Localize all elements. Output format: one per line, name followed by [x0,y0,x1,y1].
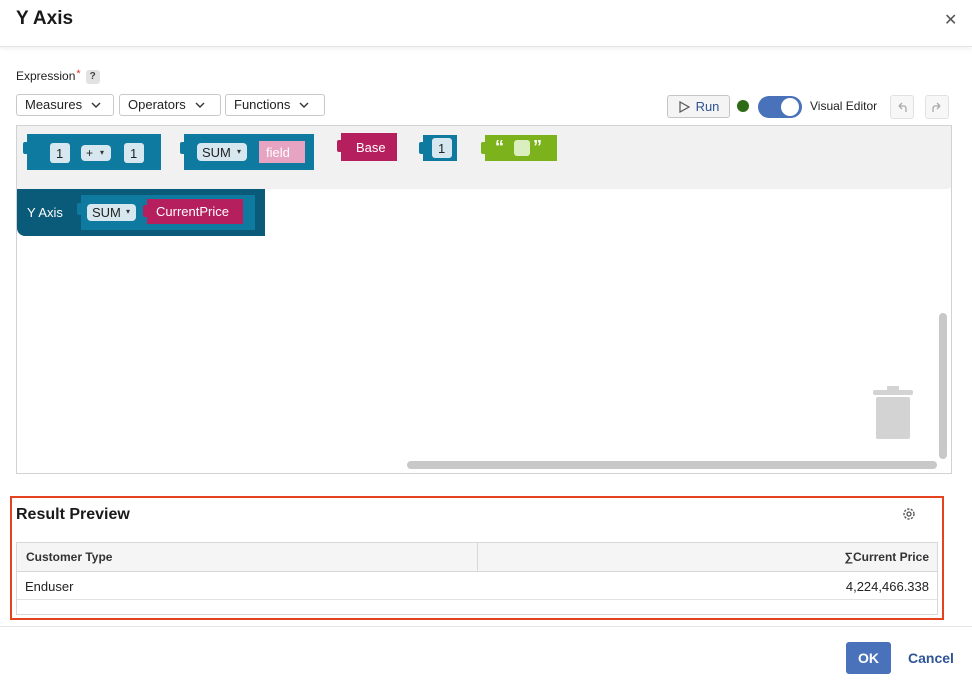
number-field-value: 1 [130,146,138,161]
block-connector [23,142,31,154]
play-icon [678,100,690,113]
operator-value: + [86,146,94,160]
table-cell-customer-type: Enduser [25,579,74,594]
number-field-value: 1 [56,146,64,161]
number-field-value: 1 [438,141,446,156]
expression-label-text: Expression [16,69,76,83]
block-flyout: 1 + ▾ 1 SUM ▾ field Base 1 “ ” [17,126,951,189]
workspace-horizontal-scrollbar[interactable] [407,461,937,469]
expression-label: Expression*? [16,68,100,84]
preview-table: Customer Type ∑Current Price Enduser 4,2… [16,542,938,615]
run-button[interactable]: Run [667,95,730,118]
redo-button[interactable] [925,95,949,119]
blockly-workspace[interactable]: 1 + ▾ 1 SUM ▾ field Base 1 “ ” Y Axis SU… [16,125,952,474]
function-value: SUM [92,205,121,220]
trash-icon[interactable] [871,384,915,440]
table-cell-current-price: 4,224,466.338 [845,579,929,594]
result-preview-panel: Result Preview Customer Type ∑Current Pr… [10,496,944,620]
help-icon[interactable]: ? [85,69,100,84]
run-button-label: Run [695,99,720,114]
field-placeholder-label: field [266,145,290,160]
measures-dropdown-label: Measures [25,97,83,112]
chevron-down-icon [195,102,205,108]
dialog-title: Y Axis [16,8,74,29]
number-field[interactable]: 1 [124,143,144,163]
row-divider [17,599,937,600]
number-block[interactable]: 1 [419,135,457,161]
ok-button[interactable]: OK [846,642,891,674]
close-icon[interactable]: ✕ [944,10,957,30]
y-axis-block-label: Y Axis [27,205,63,220]
block-connector [337,140,345,152]
function-value: SUM [202,145,231,160]
column-divider [477,543,478,571]
column-header-current-price[interactable]: ∑Current Price [844,550,929,564]
base-block-label: Base [356,140,386,155]
chevron-down-icon [299,102,309,108]
block-connector [143,205,151,217]
toggle-knob [781,98,799,116]
result-preview-title: Result Preview [16,506,130,523]
chevron-down-icon [91,102,101,108]
current-price-field-block[interactable]: CurrentPrice [143,199,243,224]
block-connector [481,142,489,154]
workspace-vertical-scrollbar[interactable] [939,313,947,459]
functions-dropdown-label: Functions [234,97,291,112]
required-mark: * [76,68,81,80]
measures-dropdown[interactable]: Measures [16,94,114,116]
field-placeholder[interactable]: field [259,141,305,163]
string-field[interactable] [514,140,530,156]
redo-icon [932,102,941,112]
gear-icon[interactable] [901,506,917,522]
block-connector [419,142,427,154]
operator-dropdown[interactable]: + ▾ [81,145,111,161]
sum-current-price-block[interactable]: SUM ▾ CurrentPrice [77,195,255,230]
block-connector [180,142,188,154]
operators-dropdown[interactable]: Operators [119,94,221,116]
number-field[interactable]: 1 [432,138,452,158]
operators-dropdown-label: Operators [128,97,186,112]
add-block[interactable]: 1 + ▾ 1 [23,134,161,170]
string-open-quote: “ [495,137,504,157]
status-indicator [737,100,749,112]
base-block[interactable]: Base [337,133,397,161]
table-header-row: Customer Type ∑Current Price [17,543,937,572]
visual-editor-label: Visual Editor [810,99,878,113]
string-block[interactable]: “ ” [481,135,557,161]
sum-block[interactable]: SUM ▾ field [180,134,314,170]
current-price-field-label: CurrentPrice [156,204,229,219]
y-axis-root-block[interactable]: Y Axis SUM ▾ CurrentPrice [17,189,265,236]
function-dropdown[interactable]: SUM ▾ [87,204,136,221]
undo-icon [898,102,907,112]
number-field[interactable]: 1 [50,143,70,163]
dialog-header: Y Axis ✕ [0,0,972,47]
dropdown-arrow-icon: ▾ [100,148,105,157]
dropdown-arrow-icon: ▾ [126,207,131,216]
functions-dropdown[interactable]: Functions [225,94,325,116]
function-dropdown[interactable]: SUM ▾ [197,143,247,161]
undo-button[interactable] [890,95,914,119]
block-connector [77,203,85,215]
string-close-quote: ” [533,137,542,157]
column-header-customer-type[interactable]: Customer Type [26,550,112,564]
dialog-footer [0,626,972,685]
visual-editor-toggle[interactable] [758,96,802,118]
cancel-button[interactable]: Cancel [908,650,954,666]
dropdown-arrow-icon: ▾ [237,147,242,156]
